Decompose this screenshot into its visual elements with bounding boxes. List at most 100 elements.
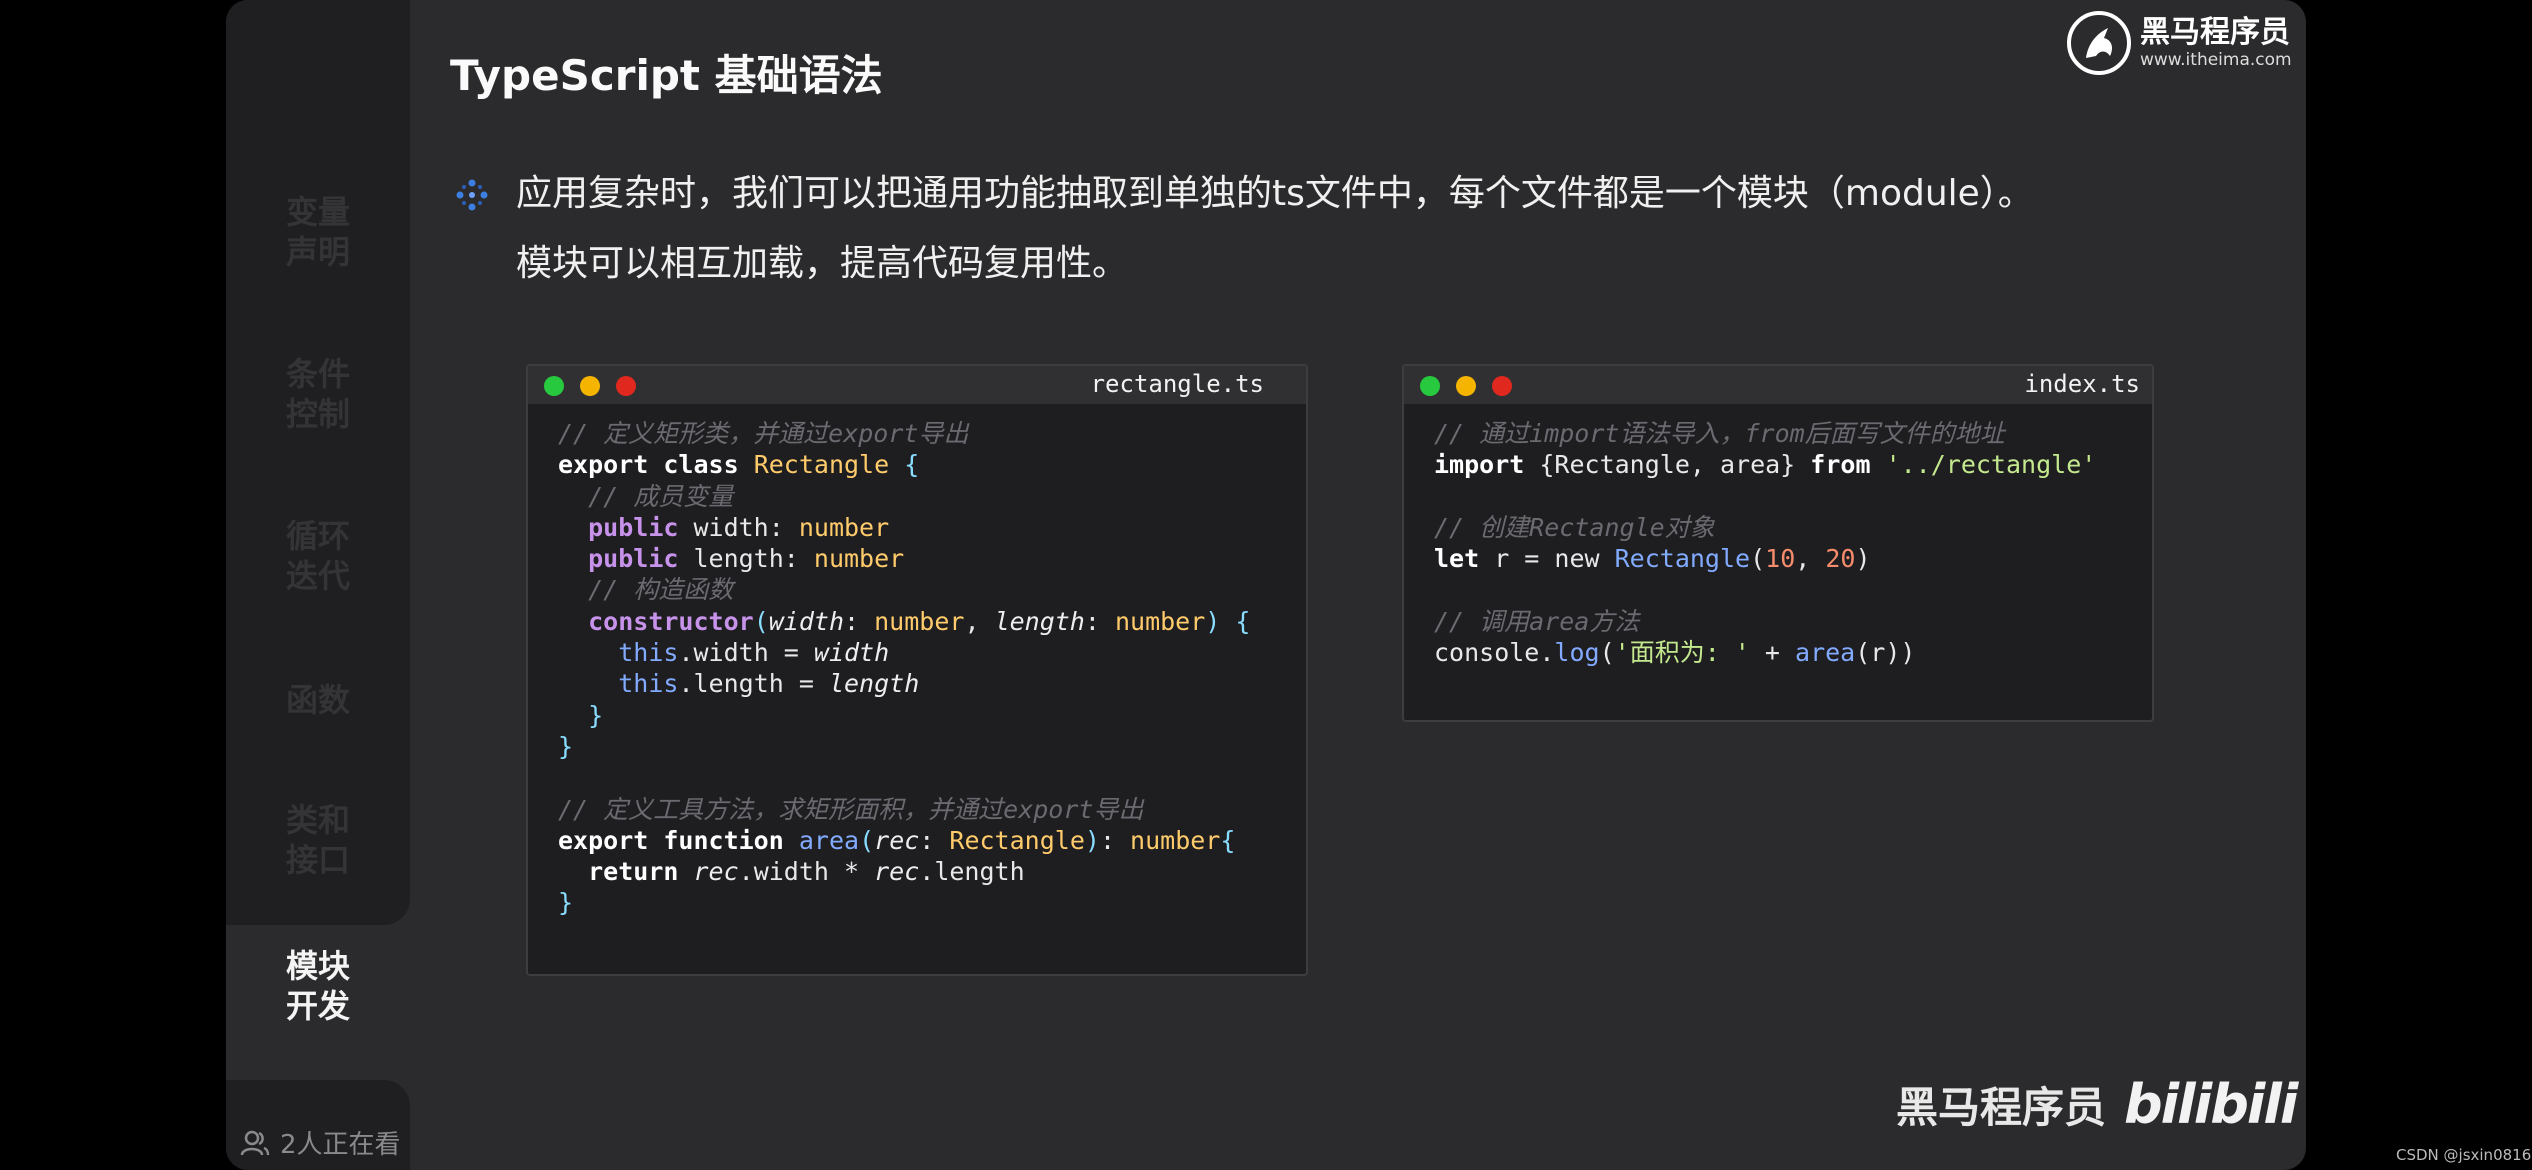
code-token: { (1220, 825, 1236, 855)
code-line: this.width = width (558, 637, 1306, 668)
code-token: width: (678, 512, 799, 542)
file-name: rectangle.ts (1090, 370, 1264, 398)
code-line: export class Rectangle { (558, 449, 1306, 480)
code-token: } (558, 888, 574, 918)
code-line: } (558, 731, 1306, 762)
sidebar-item-label: 开发 (285, 987, 350, 1025)
sidebar-item-variables[interactable]: 变量 声明 (226, 192, 410, 272)
yellow-dot-icon (1456, 376, 1476, 396)
code-window-titlebar: rectangle.ts (528, 366, 1306, 404)
code-token: rec (874, 857, 920, 887)
bilibili-logo: bilibili (2124, 1073, 2298, 1136)
code-token: public (588, 512, 679, 542)
code-token: .length = (678, 669, 829, 699)
code-token: this (618, 669, 679, 699)
code-token: r = new (1479, 544, 1615, 574)
horse-logo-icon (2067, 11, 2131, 75)
code-line: // 创建Rectangle对象 (1434, 512, 2152, 543)
code-line: import {Rectangle, area} from '../rectan… (1434, 449, 2152, 480)
brand-name: 黑马程序员 (2140, 15, 2290, 50)
code-line: // 成员变量 (558, 481, 1306, 512)
code-line: return rec.width * rec.length (558, 856, 1306, 887)
code-token: ( (1750, 544, 1766, 574)
code-token: log (1554, 638, 1600, 668)
code-token: '../rectangle' (1885, 450, 2097, 480)
code-token: '面积为: ' (1614, 638, 1750, 668)
slide: 变量 声明 条件 控制 循环 迭代 函数 类和 接口 模块 开发 2人正在看 T (226, 0, 2306, 1170)
code-token: 20 (1825, 544, 1856, 574)
code-token: // 创建Rectangle对象 (1434, 512, 1715, 542)
code-token: ) (1855, 544, 1871, 574)
sidebar-item-label: 条件 (285, 355, 350, 393)
code-token: // 定义矩形类，并通过export导出 (558, 419, 969, 448)
sidebar-item-label: 迭代 (285, 557, 350, 595)
code-token: : (844, 606, 875, 636)
sidebar-item-loops[interactable]: 循环 迭代 (226, 516, 410, 596)
code-token: function (663, 825, 784, 855)
sidebar-item-modules[interactable]: 模块 开发 (226, 946, 410, 1026)
code-token: // 通过import语法导入，from后面写文件的地址 (1434, 419, 2005, 448)
code-line: // 定义工具方法，求矩形面积，并通过export导出 (558, 794, 1306, 825)
code-token: class (663, 450, 739, 480)
sidebar-item-classes[interactable]: 类和 接口 (226, 800, 410, 880)
sidebar-item-label: 变量 (285, 193, 350, 231)
red-dot-icon (1492, 376, 1512, 396)
code-line: } (558, 700, 1306, 731)
bullet-icon (456, 179, 488, 211)
code-token: Rectangle (753, 450, 890, 480)
code-token: constructor (588, 606, 754, 636)
code-token: console. (1434, 638, 1555, 668)
sidebar: 变量 声明 条件 控制 循环 迭代 函数 类和 接口 (226, 0, 410, 925)
sidebar-item-conditions[interactable]: 条件 控制 (226, 354, 410, 434)
code-token: : (1099, 825, 1131, 855)
code-window-rectangle: rectangle.ts // 定义矩形类，并通过export导出 export … (526, 364, 1308, 976)
code-token: {Rectangle, area} (1524, 450, 1811, 480)
code-token: ( (753, 606, 769, 636)
file-name: index.ts (2024, 370, 2140, 398)
code-token: export (558, 450, 649, 480)
code-token: .width = (678, 638, 814, 668)
code-line: public width: number (558, 512, 1306, 543)
sidebar-item-label: 类和 (285, 801, 350, 839)
page-title: TypeScript 基础语法 (450, 51, 883, 100)
code-token: : (1084, 606, 1115, 636)
sidebar-item-label: 循环 (285, 517, 350, 555)
code-token: ) (1205, 606, 1221, 636)
code-token: ) (1084, 825, 1100, 855)
code-token: { (1235, 606, 1251, 636)
brand-url: www.itheima.com (2140, 50, 2292, 70)
code-line: // 通过import语法导入，from后面写文件的地址 (1434, 418, 2152, 449)
code-token: export (558, 825, 649, 855)
code-token: length (994, 606, 1085, 636)
code-token: , (964, 606, 995, 636)
code-token: { (904, 450, 920, 480)
viewer-count-text: 2人正在看 (280, 1130, 401, 1160)
code-token: ( (1599, 638, 1615, 668)
code-token: number (798, 512, 890, 542)
code-block: // 定义矩形类，并通过export导出 export class Rectang… (528, 404, 1306, 919)
brand-logo: 黑马程序员 www.itheima.com (2066, 10, 2292, 76)
green-dot-icon (544, 376, 564, 396)
code-token: import (1434, 450, 1525, 480)
code-token: ( (859, 825, 875, 855)
code-window-titlebar: index.ts (1404, 366, 2152, 404)
code-line: // 构造函数 (558, 574, 1306, 605)
sidebar-item-functions[interactable]: 函数 (226, 680, 410, 720)
code-token: public (588, 544, 679, 574)
code-token: length: (678, 544, 814, 574)
code-line: // 调用area方法 (1434, 606, 2152, 637)
code-token: number (1114, 606, 1206, 636)
code-token: this (618, 638, 679, 668)
sidebar-item-label: 模块 (285, 947, 350, 985)
